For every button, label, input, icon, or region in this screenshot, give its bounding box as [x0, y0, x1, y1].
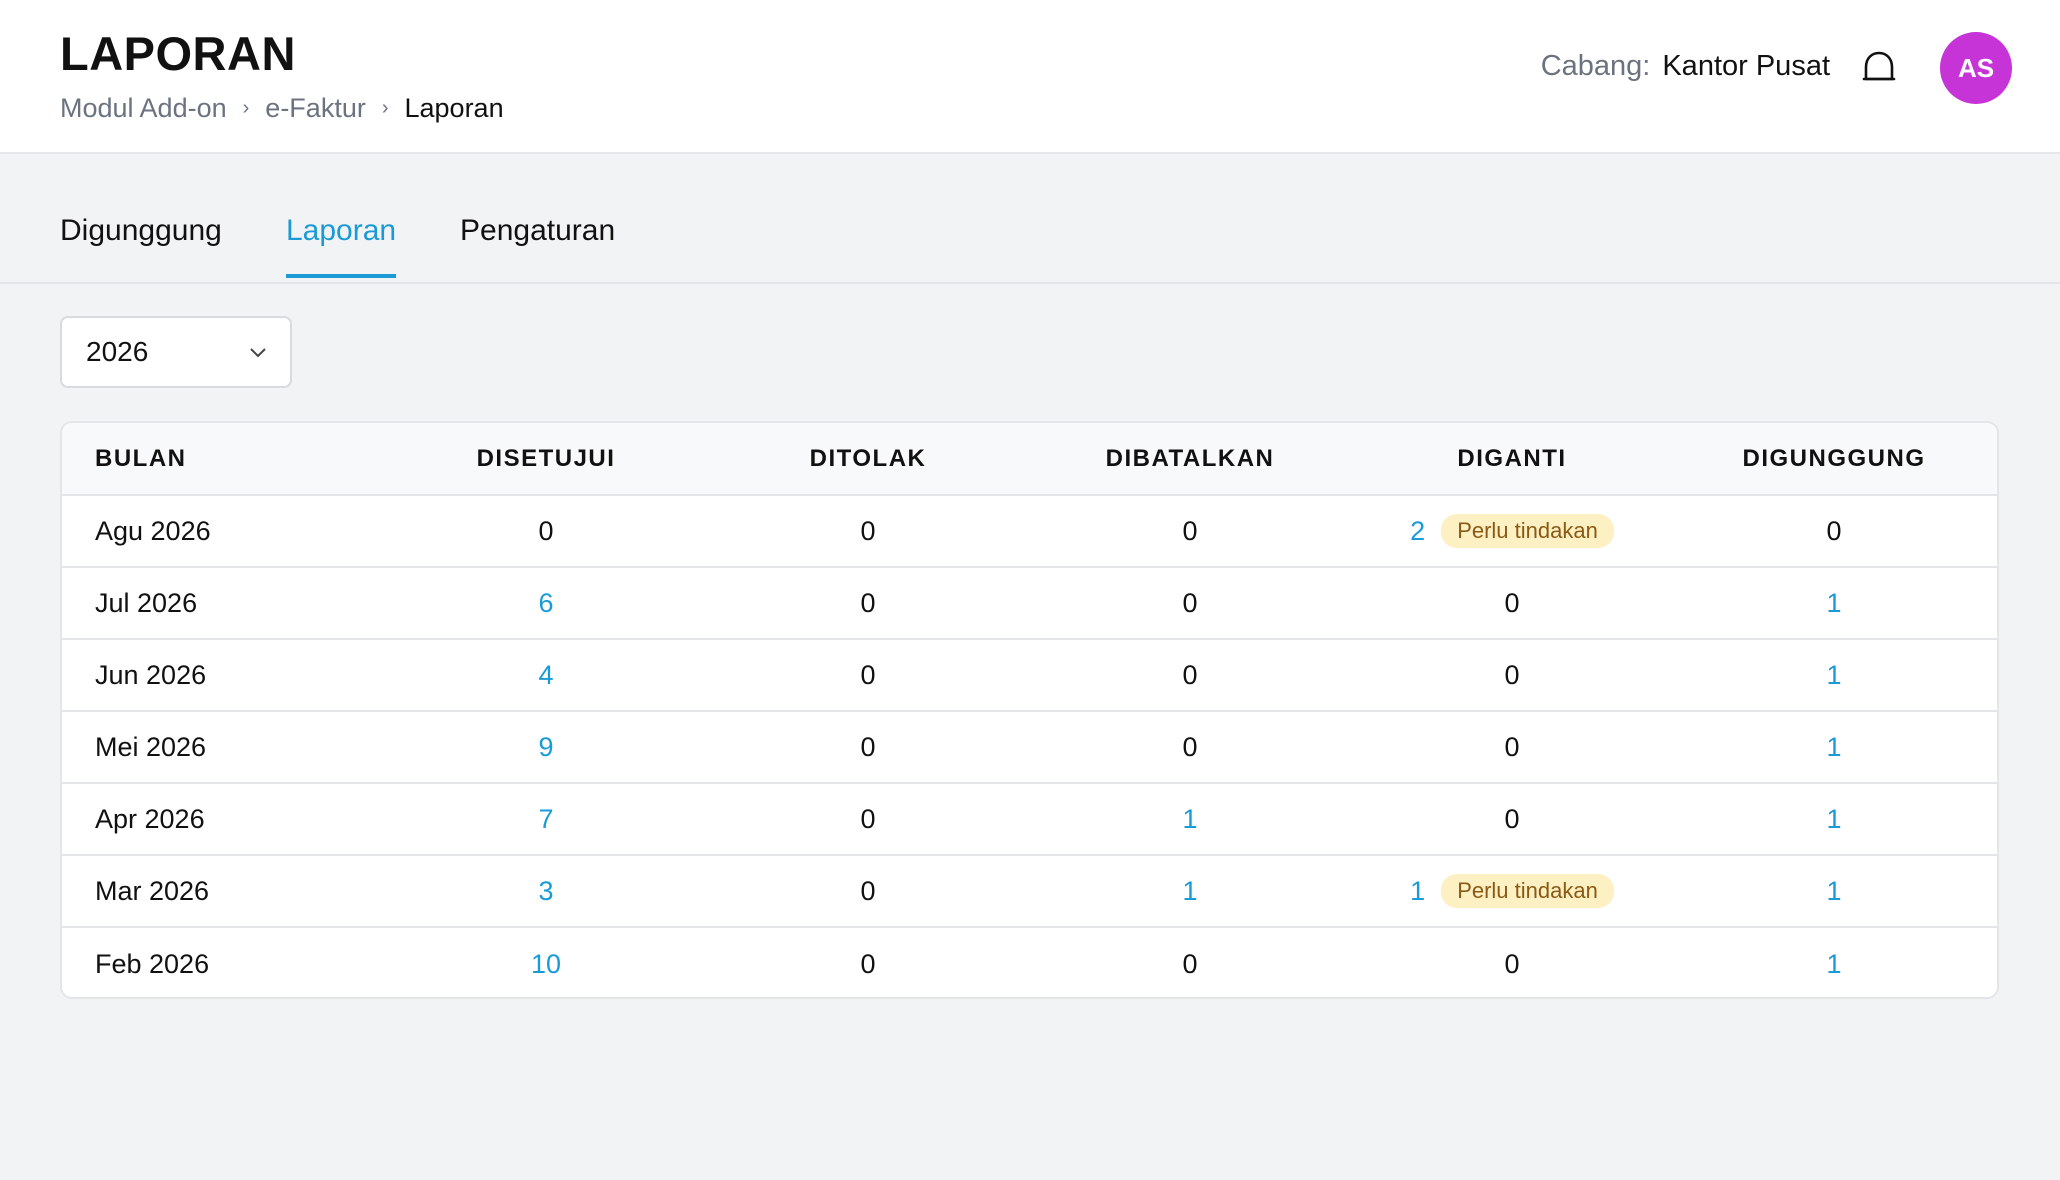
diganti-count[interactable]: 1	[1410, 876, 1425, 907]
digunggung-count: 0	[1826, 515, 1842, 546]
ditolak-count: 0	[860, 948, 876, 979]
tab-bar: Digunggung Laporan Pengaturan	[0, 154, 2060, 284]
month-cell: Mei 2026	[95, 731, 207, 762]
status-badge: Perlu tindakan	[1441, 514, 1614, 548]
breadcrumb-separator-icon: ›	[381, 97, 389, 119]
diganti-cell: 0	[1351, 588, 1673, 619]
diganti-cell: 0	[1351, 660, 1673, 691]
digunggung-count[interactable]: 1	[1673, 876, 1995, 907]
diganti-cell: 0	[1351, 949, 1673, 980]
tab-laporan[interactable]: Laporan	[286, 214, 397, 278]
month-cell: Jun 2026	[95, 659, 207, 690]
digunggung-count[interactable]: 1	[1673, 732, 1995, 763]
ditolak-count: 0	[860, 875, 876, 906]
dibatalkan-count: 0	[1182, 731, 1198, 762]
column-header-ditolak: DITOLAK	[809, 444, 927, 472]
ditolak-count: 0	[860, 515, 876, 546]
ditolak-count: 0	[860, 587, 876, 618]
column-header-diganti: DIGANTI	[1457, 444, 1567, 472]
chevron-down-icon	[250, 348, 266, 358]
month-cell: Mar 2026	[95, 875, 210, 906]
dibatalkan-count: 0	[1182, 515, 1198, 546]
breadcrumb: Modul Add-on › e-Faktur › Laporan	[60, 93, 504, 124]
page-title: LAPORAN	[60, 27, 296, 80]
breadcrumb-item-modul-addon[interactable]: Modul Add-on	[60, 93, 227, 124]
ditolak-count: 0	[860, 803, 876, 834]
branch-label: Cabang:	[1540, 50, 1651, 82]
bell-icon[interactable]	[1862, 50, 1896, 86]
column-header-dibatalkan: DIBATALKAN	[1105, 444, 1275, 472]
disetujui-count[interactable]: 10	[385, 949, 707, 980]
avatar[interactable]: AS	[1940, 32, 2012, 104]
diganti-count: 0	[1504, 948, 1520, 979]
table-row: Agu 2026 0 0 0 2 Perlu tindakan 0	[62, 496, 1997, 568]
column-header-disetujui: DISETUJUI	[476, 444, 616, 472]
breadcrumb-item-current: Laporan	[404, 93, 504, 123]
diganti-cell: 2 Perlu tindakan	[1351, 514, 1673, 548]
diganti-count[interactable]: 2	[1410, 516, 1425, 547]
month-cell: Apr 2026	[95, 803, 205, 834]
month-cell: Jul 2026	[95, 587, 198, 618]
top-header: LAPORAN Modul Add-on › e-Faktur › Lapora…	[0, 0, 2060, 154]
tab-pengaturan[interactable]: Pengaturan	[460, 214, 615, 274]
disetujui-count[interactable]: 9	[385, 732, 707, 763]
branch-value: Kantor Pusat	[1662, 50, 1830, 82]
diganti-count: 0	[1504, 659, 1520, 690]
column-header-digunggung: DIGUNGGUNG	[1742, 444, 1926, 472]
diganti-cell: 0	[1351, 804, 1673, 835]
breadcrumb-item-efaktur[interactable]: e-Faktur	[265, 93, 366, 124]
ditolak-count: 0	[860, 659, 876, 690]
digunggung-count[interactable]: 1	[1673, 949, 1995, 980]
table-row: Feb 2026 10 0 0 0 1	[62, 928, 1997, 997]
digunggung-count[interactable]: 1	[1673, 660, 1995, 691]
month-cell: Feb 2026	[95, 948, 210, 979]
digunggung-count[interactable]: 1	[1673, 804, 1995, 835]
disetujui-count[interactable]: 7	[385, 804, 707, 835]
table-row: Jun 2026 4 0 0 0 1	[62, 640, 1997, 712]
status-badge: Perlu tindakan	[1441, 874, 1614, 908]
diganti-cell: 1 Perlu tindakan	[1351, 874, 1673, 908]
disetujui-count[interactable]: 6	[385, 588, 707, 619]
table-row: Mar 2026 3 0 1 1 Perlu tindakan 1	[62, 856, 1997, 928]
table-row: Jul 2026 6 0 0 0 1	[62, 568, 1997, 640]
report-table: BULAN DISETUJUI DITOLAK DIBATALKAN DIGAN…	[60, 421, 1999, 999]
diganti-count: 0	[1504, 731, 1520, 762]
dibatalkan-count[interactable]: 1	[1029, 876, 1351, 907]
breadcrumb-separator-icon: ›	[242, 97, 250, 119]
diganti-count: 0	[1504, 587, 1520, 618]
digunggung-count[interactable]: 1	[1673, 588, 1995, 619]
table-header: BULAN DISETUJUI DITOLAK DIBATALKAN DIGAN…	[62, 423, 1997, 496]
dibatalkan-count[interactable]: 1	[1029, 804, 1351, 835]
year-select[interactable]: 2026	[60, 316, 292, 388]
month-cell: Agu 2026	[95, 515, 211, 546]
diganti-cell: 0	[1351, 732, 1673, 763]
disetujui-count: 0	[538, 515, 554, 546]
ditolak-count: 0	[860, 731, 876, 762]
table-row: Mei 2026 9 0 0 0 1	[62, 712, 1997, 784]
dibatalkan-count: 0	[1182, 587, 1198, 618]
branch-selector[interactable]: Cabang: Kantor Pusat	[1541, 50, 1830, 83]
table-body: Agu 2026 0 0 0 2 Perlu tindakan 0 Jul 2026 6 0 0 0 1…	[62, 496, 1997, 997]
disetujui-count[interactable]: 4	[385, 660, 707, 691]
column-header-bulan: BULAN	[95, 444, 187, 472]
tab-digunggung[interactable]: Digunggung	[60, 214, 222, 274]
year-select-value: 2026	[86, 336, 149, 367]
disetujui-count[interactable]: 3	[385, 876, 707, 907]
dibatalkan-count: 0	[1182, 948, 1198, 979]
diganti-count: 0	[1504, 803, 1520, 834]
dibatalkan-count: 0	[1182, 659, 1198, 690]
table-row: Apr 2026 7 0 1 0 1	[62, 784, 1997, 856]
